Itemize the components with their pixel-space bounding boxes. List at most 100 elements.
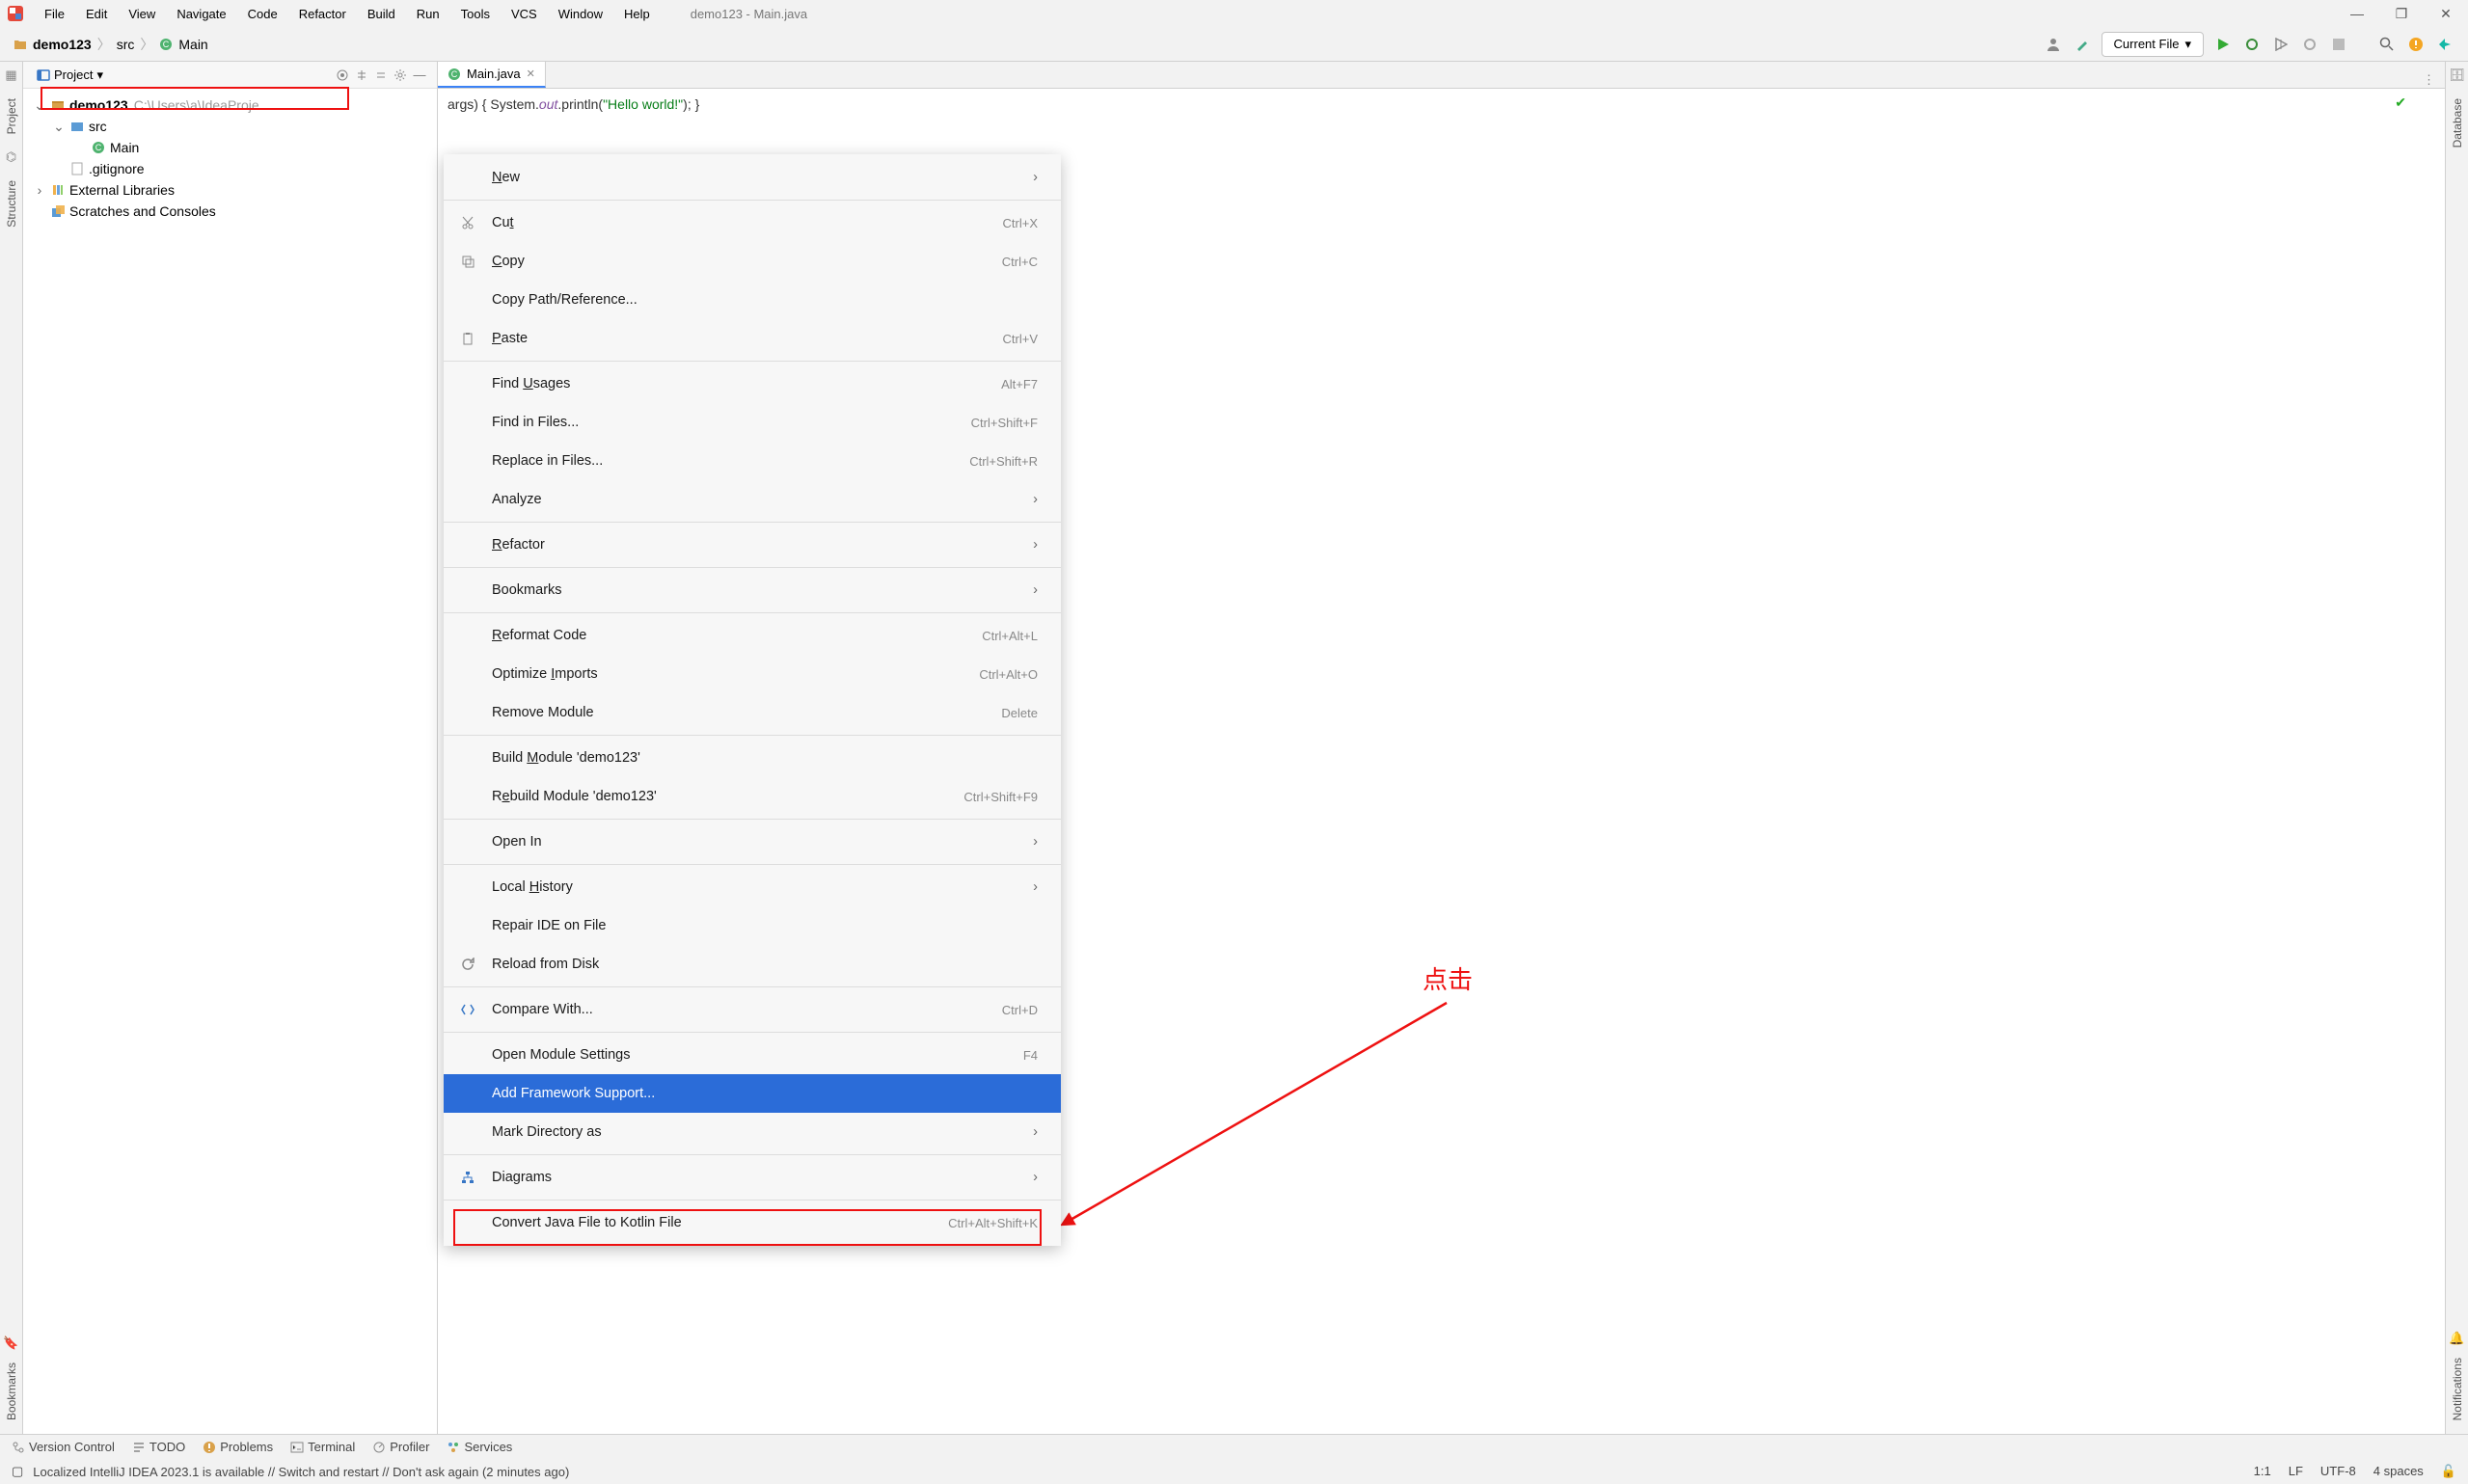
context-menu-item[interactable]: PasteCtrl+V [444, 319, 1061, 358]
tab-main[interactable]: C Main.java ✕ [438, 62, 546, 88]
menu-edit[interactable]: Edit [76, 4, 117, 24]
menu-build[interactable]: Build [358, 4, 405, 24]
context-menu-item[interactable]: Replace in Files...Ctrl+Shift+R [444, 442, 1061, 480]
chevron-right-icon[interactable]: › [33, 182, 46, 198]
coverage-icon[interactable] [2271, 35, 2291, 54]
close-tab-icon[interactable]: ✕ [527, 67, 535, 80]
tw-services[interactable]: Services [447, 1440, 512, 1454]
context-menu-item[interactable]: Find in Files...Ctrl+Shift+F [444, 403, 1061, 442]
tw-version-control[interactable]: Version Control [12, 1440, 115, 1454]
menu-tools[interactable]: Tools [451, 4, 500, 24]
tree-external[interactable]: › External Libraries [23, 179, 437, 201]
context-menu-item[interactable]: Reload from Disk [444, 945, 1061, 984]
context-menu-item[interactable]: Open Module SettingsF4 [444, 1036, 1061, 1074]
tree-root[interactable]: ⌄ demo123 C:\Users\a\IdeaProje [23, 94, 437, 116]
tw-problems[interactable]: Problems [203, 1440, 273, 1454]
gear-icon[interactable] [391, 66, 410, 85]
profile-icon[interactable] [2300, 35, 2319, 54]
line-ending[interactable]: LF [2289, 1464, 2303, 1479]
tw-profiler[interactable]: Profiler [372, 1440, 429, 1454]
context-menu-item[interactable]: Add Framework Support... [444, 1074, 1061, 1113]
menu-view[interactable]: View [119, 4, 165, 24]
shortcut-label: Delete [1001, 706, 1038, 720]
menu-run[interactable]: Run [407, 4, 449, 24]
context-menu-item[interactable]: Copy Path/Reference... [444, 281, 1061, 319]
context-menu-item[interactable]: Remove ModuleDelete [444, 693, 1061, 732]
bookmarks-tab[interactable]: Bookmarks [5, 1359, 18, 1424]
context-menu-item[interactable]: Repair IDE on File [444, 906, 1061, 945]
breadcrumb-file[interactable]: Main [178, 37, 207, 52]
context-menu-item[interactable]: Mark Directory as› [444, 1113, 1061, 1151]
context-menu-item[interactable]: Optimize ImportsCtrl+Alt+O [444, 655, 1061, 693]
context-menu-item[interactable]: Diagrams› [444, 1158, 1061, 1197]
notifications-tab[interactable]: Notifications [2451, 1354, 2464, 1424]
status-icon[interactable]: ▢ [12, 1464, 23, 1479]
tab-overflow-icon[interactable]: ⋮ [2413, 72, 2445, 88]
tree-scratches[interactable]: Scratches and Consoles [23, 201, 437, 222]
stop-icon[interactable] [2329, 35, 2348, 54]
run-config-selector[interactable]: Current File ▾ [2102, 32, 2204, 57]
structure-tab[interactable]: Structure [5, 176, 18, 231]
breadcrumb-project[interactable]: demo123 [33, 37, 92, 52]
context-menu-item[interactable]: Find UsagesAlt+F7 [444, 364, 1061, 403]
expand-all-icon[interactable] [352, 66, 371, 85]
context-menu-item[interactable]: Rebuild Module 'demo123'Ctrl+Shift+F9 [444, 777, 1061, 816]
build-icon[interactable] [2073, 35, 2092, 54]
status-message[interactable]: Localized IntelliJ IDEA 2023.1 is availa… [33, 1465, 569, 1479]
readonly-lock-icon[interactable]: 🔓 [2441, 1464, 2456, 1479]
context-menu-item[interactable]: CopyCtrl+C [444, 242, 1061, 281]
hide-icon[interactable]: — [410, 66, 429, 85]
project-view-selector[interactable]: Project ▾ [31, 66, 109, 85]
context-menu-item[interactable]: New› [444, 158, 1061, 197]
project-tree[interactable]: ⌄ demo123 C:\Users\a\IdeaProje ⌄ src C M… [23, 89, 437, 228]
maximize-button[interactable]: ❐ [2379, 0, 2424, 27]
menu-vcs[interactable]: VCS [502, 4, 547, 24]
collapse-all-icon[interactable] [371, 66, 391, 85]
context-menu-label: Reload from Disk [492, 957, 599, 972]
context-menu[interactable]: New› CutCtrl+XCopyCtrl+CCopy Path/Referen… [444, 154, 1061, 1246]
search-icon[interactable] [2377, 35, 2397, 54]
context-menu-item[interactable]: Analyze› [444, 480, 1061, 519]
select-opened-icon[interactable] [333, 66, 352, 85]
codewithme-icon[interactable] [2435, 35, 2454, 54]
debug-icon[interactable] [2242, 35, 2262, 54]
breadcrumb[interactable]: demo123 〉 src 〉 C Main [14, 35, 208, 54]
context-menu-item[interactable]: Bookmarks› [444, 571, 1061, 609]
chevron-down-icon[interactable]: ⌄ [33, 97, 46, 114]
indent[interactable]: 4 spaces [2373, 1464, 2424, 1479]
database-tab[interactable]: Database [2451, 94, 2464, 151]
context-menu-item[interactable]: Open In› [444, 823, 1061, 861]
context-menu-item[interactable]: Compare With...Ctrl+D [444, 990, 1061, 1029]
context-menu-item[interactable]: Refactor› [444, 526, 1061, 564]
user-icon[interactable] [2044, 35, 2063, 54]
project-tab[interactable]: Project [5, 94, 18, 138]
encoding[interactable]: UTF-8 [2320, 1464, 2356, 1479]
menu-help[interactable]: Help [614, 4, 660, 24]
menu-file[interactable]: File [35, 4, 74, 24]
tree-gitignore[interactable]: .gitignore [23, 158, 437, 179]
context-menu-item[interactable]: Local History› [444, 868, 1061, 906]
context-menu-item[interactable]: Convert Java File to Kotlin FileCtrl+Alt… [444, 1203, 1061, 1242]
chevron-down-icon[interactable]: ⌄ [52, 119, 66, 135]
breadcrumb-folder[interactable]: src [117, 37, 135, 52]
inspections-ok-icon[interactable]: ✔ [2395, 94, 2406, 111]
context-menu-item[interactable]: Reformat CodeCtrl+Alt+L [444, 616, 1061, 655]
menu-refactor[interactable]: Refactor [289, 4, 356, 24]
minimize-button[interactable]: — [2335, 0, 2379, 27]
context-menu-separator [444, 1154, 1061, 1155]
update-icon[interactable] [2406, 35, 2426, 54]
tree-src[interactable]: ⌄ src [23, 116, 437, 137]
code-content[interactable]: args) { System.out.println("Hello world!… [447, 96, 2435, 112]
context-menu-item[interactable]: CutCtrl+X [444, 203, 1061, 242]
menu-navigate[interactable]: Navigate [167, 4, 235, 24]
context-menu-item[interactable]: Build Module 'demo123' [444, 739, 1061, 777]
tw-todo[interactable]: TODO [132, 1440, 185, 1454]
context-menu-separator [444, 819, 1061, 820]
tw-terminal[interactable]: Terminal [290, 1440, 355, 1454]
close-window-button[interactable]: ✕ [2424, 0, 2468, 27]
cursor-position[interactable]: 1:1 [2254, 1464, 2271, 1479]
tree-main[interactable]: C Main [23, 137, 437, 158]
run-icon[interactable] [2213, 35, 2233, 54]
menu-window[interactable]: Window [549, 4, 612, 24]
menu-code[interactable]: Code [238, 4, 287, 24]
